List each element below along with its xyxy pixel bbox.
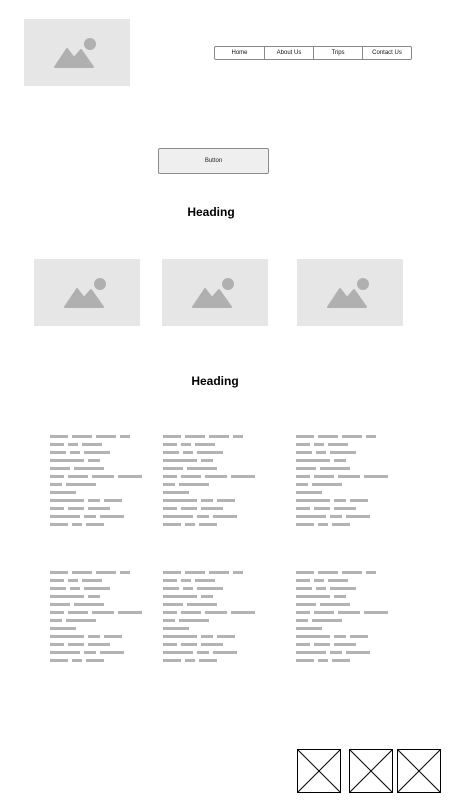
placeholder-text-line (296, 491, 388, 494)
text-block-3 (296, 435, 388, 531)
placeholder-text-line (50, 467, 142, 470)
placeholder-text-line (296, 499, 388, 502)
placeholder-text-line (50, 483, 142, 486)
text-block-4 (50, 571, 142, 667)
placeholder-text-line (163, 643, 255, 646)
placeholder-text-line (296, 611, 388, 614)
placeholder-text-line (50, 515, 142, 518)
placeholder-text-line (296, 643, 388, 646)
placeholder-text-line (50, 587, 142, 590)
section-heading-2: Heading (191, 374, 239, 388)
placeholder-text-line (163, 635, 255, 638)
placeholder-text-line (296, 571, 388, 574)
text-block-5 (163, 571, 255, 667)
placeholder-text-line (296, 587, 388, 590)
text-block-1 (50, 435, 142, 531)
placeholder-text-line (163, 595, 255, 598)
logo-image-placeholder (24, 19, 130, 86)
placeholder-text-line (50, 475, 142, 478)
placeholder-text-line (163, 659, 255, 662)
placeholder-text-line (163, 475, 255, 478)
placeholder-text-line (296, 579, 388, 582)
placeholder-text-line (296, 659, 388, 662)
placeholder-text-line (50, 659, 142, 662)
placeholder-text-line (163, 603, 255, 606)
placeholder-text-line (50, 603, 142, 606)
nav-item-contact-us[interactable]: Contact Us (362, 47, 411, 59)
placeholder-text-line (163, 499, 255, 502)
placeholder-text-line (50, 491, 142, 494)
placeholder-text-line (296, 467, 388, 470)
placeholder-text-line (163, 459, 255, 462)
placeholder-text-line (50, 443, 142, 446)
text-block-2 (163, 435, 255, 531)
placeholder-text-line (50, 499, 142, 502)
placeholder-text-line (163, 483, 255, 486)
nav-item-trips[interactable]: Trips (313, 47, 362, 59)
placeholder-text-line (163, 491, 255, 494)
placeholder-text-line (163, 611, 255, 614)
image-placeholder-icon (327, 277, 369, 308)
placeholder-text-line (50, 635, 142, 638)
placeholder-text-line (50, 627, 142, 630)
placeholder-text-line (163, 451, 255, 454)
placeholder-text-line (296, 603, 388, 606)
placeholder-text-line (163, 619, 255, 622)
placeholder-text-line (163, 435, 255, 438)
nav-item-home[interactable]: Home (215, 47, 264, 59)
placeholder-text-line (296, 435, 388, 438)
nav-item-about-us[interactable]: About Us (264, 47, 313, 59)
placeholder-text-line (163, 507, 255, 510)
placeholder-text-line (296, 635, 388, 638)
placeholder-text-line (50, 643, 142, 646)
placeholder-text-line (163, 627, 255, 630)
placeholder-text-line (296, 459, 388, 462)
placeholder-text-line (163, 651, 255, 654)
placeholder-text-line (50, 651, 142, 654)
placeholder-text-line (50, 579, 142, 582)
x-placeholder-icon (397, 749, 441, 793)
placeholder-text-line (296, 595, 388, 598)
main-navigation: Home About Us Trips Contact Us (214, 46, 412, 60)
placeholder-text-line (296, 523, 388, 526)
placeholder-text-line (296, 515, 388, 518)
placeholder-text-line (296, 443, 388, 446)
placeholder-text-line (50, 571, 142, 574)
image-placeholder-icon (64, 277, 106, 308)
x-placeholder-icon (297, 749, 341, 793)
placeholder-text-line (50, 523, 142, 526)
placeholder-text-line (296, 507, 388, 510)
gallery-image-3 (297, 259, 403, 326)
placeholder-text-line (163, 579, 255, 582)
image-placeholder-icon (54, 37, 96, 68)
section-heading-1: Heading (187, 205, 235, 219)
placeholder-text-line (296, 619, 388, 622)
placeholder-text-line (296, 483, 388, 486)
text-block-6 (296, 571, 388, 667)
gallery-image-1 (34, 259, 140, 326)
placeholder-text-line (50, 507, 142, 510)
gallery-image-2 (162, 259, 268, 326)
placeholder-text-line (50, 611, 142, 614)
placeholder-text-line (50, 459, 142, 462)
placeholder-text-line (50, 435, 142, 438)
placeholder-text-line (296, 451, 388, 454)
x-placeholder-icon (349, 749, 393, 793)
placeholder-text-line (163, 467, 255, 470)
placeholder-text-line (296, 627, 388, 630)
placeholder-text-line (296, 651, 388, 654)
placeholder-text-line (50, 451, 142, 454)
image-placeholder-icon (192, 277, 234, 308)
placeholder-text-line (163, 515, 255, 518)
placeholder-text-line (296, 475, 388, 478)
placeholder-text-line (50, 595, 142, 598)
primary-button[interactable]: Button (158, 148, 269, 174)
placeholder-text-line (163, 571, 255, 574)
placeholder-text-line (163, 523, 255, 526)
placeholder-text-line (163, 443, 255, 446)
placeholder-text-line (163, 587, 255, 590)
placeholder-text-line (50, 619, 142, 622)
